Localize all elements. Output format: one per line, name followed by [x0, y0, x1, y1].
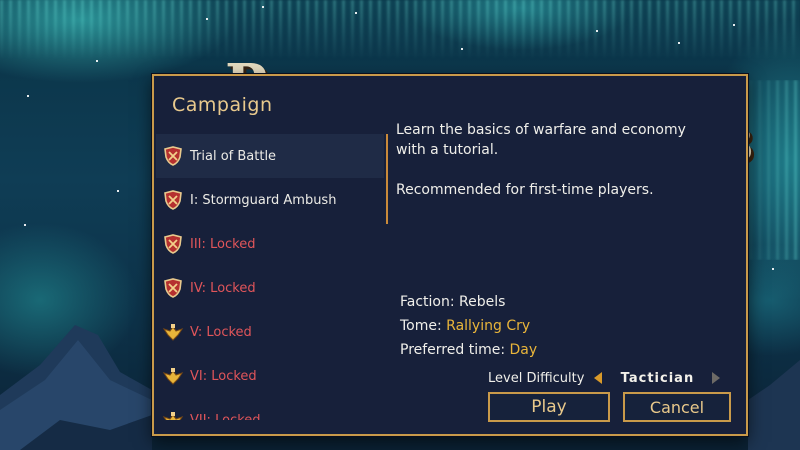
shield-crest-icon: [162, 277, 184, 299]
shield-crest-icon: [162, 189, 184, 211]
winged-crest-icon: [162, 409, 184, 420]
mission-item[interactable]: I: Stormguard Ambush: [156, 178, 384, 222]
faction-row: Faction: Rebels: [400, 290, 537, 314]
description-text: Learn the basics of warfare and economy …: [396, 122, 686, 158]
shield-crest-icon: [162, 145, 184, 167]
time-label: Preferred time:: [400, 342, 510, 358]
mission-list[interactable]: Trial of Battle I: Stormguard Ambush III: …: [156, 134, 384, 420]
mission-label: VII: Locked: [190, 412, 261, 421]
campaign-dialog: Campaign Trial of Battle I: Stormguard Am…: [152, 74, 748, 436]
cancel-button[interactable]: Cancel: [623, 392, 731, 422]
mission-label: Trial of Battle: [190, 148, 277, 164]
difficulty-next-arrow-icon[interactable]: [712, 372, 721, 384]
mission-description: Learn the basics of warfare and economy …: [396, 120, 716, 220]
difficulty-prev-arrow-icon[interactable]: [594, 372, 603, 384]
shield-crest-icon: [162, 233, 184, 255]
time-row: Preferred time: Day: [400, 338, 537, 362]
difficulty-value: Tactician: [620, 370, 695, 386]
mission-item[interactable]: VII: Locked: [156, 398, 384, 420]
winged-crest-icon: [162, 365, 184, 387]
faction-text: Faction: Rebels: [400, 294, 506, 310]
difficulty-label: Level Difficulty: [488, 370, 585, 386]
mission-item[interactable]: VI: Locked: [156, 354, 384, 398]
tome-row: Tome: Rallying Cry: [400, 314, 537, 338]
mission-label: V: Locked: [190, 324, 252, 340]
mission-item[interactable]: Trial of Battle: [156, 134, 384, 178]
mission-label: I: Stormguard Ambush: [190, 192, 337, 208]
mission-item[interactable]: IV: Locked: [156, 266, 384, 310]
mission-label: VI: Locked: [190, 368, 257, 384]
mission-label: IV: Locked: [190, 280, 256, 296]
mission-details: Faction: Rebels Tome: Rallying Cry Prefe…: [400, 290, 537, 362]
selection-divider: [386, 134, 388, 224]
dialog-title: Campaign: [172, 94, 273, 116]
difficulty-selector: Level Difficulty Tactician: [488, 368, 721, 388]
tome-value: Rallying Cry: [446, 318, 531, 334]
winged-crest-icon: [162, 321, 184, 343]
mission-item[interactable]: V: Locked: [156, 310, 384, 354]
mission-item[interactable]: III: Locked: [156, 222, 384, 266]
play-button[interactable]: Play: [488, 392, 610, 422]
tome-label: Tome:: [400, 318, 447, 334]
time-value: Day: [509, 342, 538, 358]
description-recommendation: Recommended for first-time players.: [396, 182, 654, 198]
mission-label: III: Locked: [190, 236, 256, 252]
